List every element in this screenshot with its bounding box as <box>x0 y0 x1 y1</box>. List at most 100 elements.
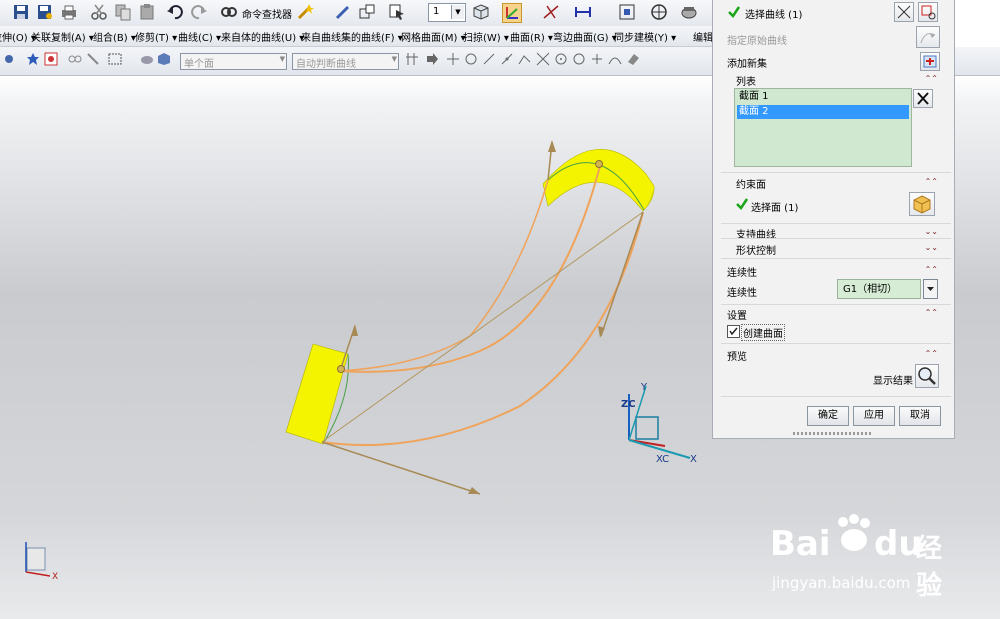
save-as-icon[interactable] <box>36 3 54 21</box>
shape-control-section[interactable]: 形状控制 <box>736 242 776 257</box>
control-point-handle[interactable] <box>337 365 345 373</box>
menu-curve-from-body[interactable]: 来自体的曲线(U) ▾ <box>221 29 304 44</box>
arrow-right-icon[interactable] <box>425 52 439 66</box>
measure-distance-icon[interactable] <box>574 3 592 21</box>
dimension-icon[interactable] <box>542 3 560 21</box>
tangent-vector-top[interactable] <box>600 211 644 337</box>
collapse-chevron-icon[interactable]: ⌃⌃ <box>925 266 938 274</box>
section-list[interactable]: 截面 1 截面 2 <box>734 88 912 167</box>
pen-icon[interactable] <box>334 3 352 21</box>
box-select-icon[interactable] <box>108 52 122 66</box>
solid-filter-icon[interactable] <box>157 52 171 66</box>
intersection-point-icon[interactable] <box>536 52 550 66</box>
cut-icon[interactable] <box>90 3 108 21</box>
tangent-vector-bottom[interactable] <box>321 441 481 495</box>
resize-grip[interactable] <box>793 432 873 435</box>
select-face-button[interactable] <box>909 192 935 216</box>
menu-mesh-surface[interactable]: 网格曲面(M) ▾ <box>401 29 466 44</box>
specify-origin-label[interactable]: 指定原始曲线 <box>727 32 787 47</box>
expand-chevron-icon[interactable]: ⌄⌄ <box>925 244 938 252</box>
add-new-set-button[interactable] <box>920 52 940 71</box>
arrowhead <box>351 324 358 336</box>
collapse-chevron-icon[interactable]: ⌃⌃ <box>925 350 938 358</box>
guide-curve[interactable] <box>339 179 549 372</box>
quadrant-point-icon[interactable] <box>572 52 586 66</box>
selection-tool-icon[interactable] <box>388 3 406 21</box>
window-icon[interactable] <box>358 3 376 21</box>
divider <box>721 396 951 397</box>
apply-button[interactable]: 应用 <box>853 406 895 426</box>
show-result-button[interactable] <box>915 364 939 388</box>
move-icon[interactable] <box>446 52 460 66</box>
menu-flange-surface[interactable]: 弯边曲面(G) ▾ <box>553 29 617 44</box>
menu-associative-copy[interactable]: 关联复制(A) ▾ <box>31 29 94 44</box>
menu-curve-from-curve-set[interactable]: 来自曲线集的曲线(F) ▾ <box>301 29 403 44</box>
magic-wand-icon[interactable] <box>296 3 314 21</box>
existing-point-icon[interactable] <box>590 52 604 66</box>
select-face-label[interactable]: 选择面 (1) <box>751 199 798 214</box>
body-filter-icon[interactable] <box>140 52 154 66</box>
section-curve-upper[interactable] <box>339 165 601 373</box>
render-style-icon[interactable] <box>680 3 698 21</box>
curve-rule-select[interactable]: 自动判断曲线 ▼ <box>292 53 399 70</box>
undo-icon[interactable] <box>166 3 184 21</box>
continuity-value: G1（相切） <box>843 284 898 295</box>
continuity-select[interactable]: G1（相切） <box>837 279 921 299</box>
collapse-chevron-icon[interactable]: ⌃⌃ <box>925 75 938 83</box>
top-arc-surface[interactable] <box>542 149 655 212</box>
fit-view-icon[interactable] <box>618 3 636 21</box>
bottom-cylinder-surface[interactable] <box>285 343 349 445</box>
create-surface-checkbox[interactable] <box>727 325 740 338</box>
specify-origin-button[interactable] <box>916 26 940 48</box>
midpoint-icon[interactable] <box>500 52 514 66</box>
divider <box>721 343 951 344</box>
paste-icon[interactable] <box>138 3 156 21</box>
cube-view-icon[interactable] <box>472 3 490 21</box>
continuity-dropdown-button[interactable] <box>923 279 938 299</box>
menu-trim[interactable]: 修剪(T) ▾ <box>135 29 177 44</box>
control-point-icon[interactable] <box>518 52 532 66</box>
save-icon[interactable] <box>12 3 30 21</box>
snap-point-icon[interactable] <box>464 52 478 66</box>
menu-surface[interactable]: 曲面(R) ▾ <box>510 29 553 44</box>
menu-sweep[interactable]: 扫掠(W) ▾ <box>463 29 509 44</box>
menu-curve[interactable]: 曲线(C) ▾ <box>178 29 221 44</box>
point-on-curve-icon[interactable] <box>608 52 622 66</box>
select-curve-label[interactable]: 选择曲线 (1) <box>745 6 802 21</box>
control-point-handle[interactable] <box>595 160 603 168</box>
list-item[interactable]: 截面 1 <box>737 90 909 104</box>
ok-button[interactable]: 确定 <box>807 406 849 426</box>
layer-select[interactable]: 1 ▼ <box>428 3 466 22</box>
axis-label-y: Y <box>641 382 648 393</box>
intersect-icon[interactable] <box>405 52 419 66</box>
command-finder-label[interactable]: 命令查找器 <box>242 6 292 21</box>
curve-pick-button[interactable] <box>918 2 938 22</box>
create-surface-label[interactable]: 创建曲面 <box>741 324 785 341</box>
collapse-chevron-icon[interactable]: ⌃⌃ <box>925 178 938 186</box>
layer-value: 1 <box>433 6 440 17</box>
collapse-chevron-icon[interactable]: ⌃⌃ <box>925 309 938 317</box>
endpoint-icon[interactable] <box>482 52 496 66</box>
link-icon[interactable] <box>68 52 82 66</box>
feature-filter-icon[interactable] <box>44 52 58 66</box>
copy-icon[interactable] <box>114 3 132 21</box>
star-filter-icon[interactable] <box>26 52 40 66</box>
arc-center-icon[interactable] <box>554 52 568 66</box>
unlink-icon[interactable] <box>86 52 100 66</box>
cancel-button[interactable]: 取消 <box>899 406 941 426</box>
expand-chevron-icon[interactable]: ⌄⌄ <box>925 228 938 236</box>
command-finder-icon[interactable] <box>220 3 238 21</box>
print-icon[interactable] <box>60 3 78 21</box>
reverse-direction-button[interactable] <box>894 2 914 22</box>
point-on-face-icon[interactable] <box>626 52 640 66</box>
menu-sync-modeling[interactable]: 同步建模(Y) ▾ <box>614 29 676 44</box>
wcs-orient-icon[interactable] <box>502 3 522 23</box>
redo-icon[interactable] <box>190 3 208 21</box>
rotate-view-icon[interactable] <box>650 3 668 21</box>
face-rule-select[interactable]: 单个面 ▼ <box>180 53 287 70</box>
menu-edit[interactable]: 编辑 <box>693 29 713 44</box>
menu-combine[interactable]: 组合(B) ▾ <box>93 29 136 44</box>
list-item-selected[interactable]: 截面 2 <box>737 105 909 119</box>
remove-item-button[interactable] <box>913 89 933 108</box>
snap-icon[interactable] <box>2 52 16 66</box>
